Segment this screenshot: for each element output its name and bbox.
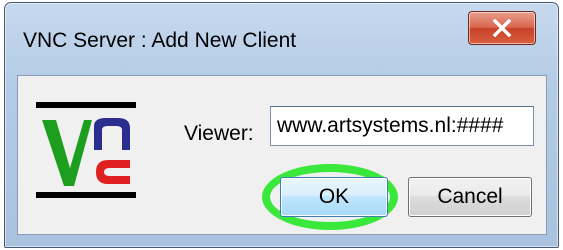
title-bar[interactable]: VNC Server : Add New Client (5, 3, 558, 73)
viewer-input[interactable] (270, 106, 534, 146)
viewer-label: Viewer: (184, 122, 254, 145)
dialog-content: Viewer: OK Cancel (17, 75, 547, 235)
vnc-logo-icon (36, 102, 136, 198)
dialog-window: VNC Server : Add New Client Viewer: OK C… (4, 2, 559, 248)
dialog-title: VNC Server : Add New Client (23, 29, 297, 52)
cancel-button[interactable]: Cancel (408, 177, 532, 217)
ok-button[interactable]: OK (280, 177, 388, 217)
close-button[interactable] (468, 11, 536, 45)
close-icon (492, 19, 512, 37)
